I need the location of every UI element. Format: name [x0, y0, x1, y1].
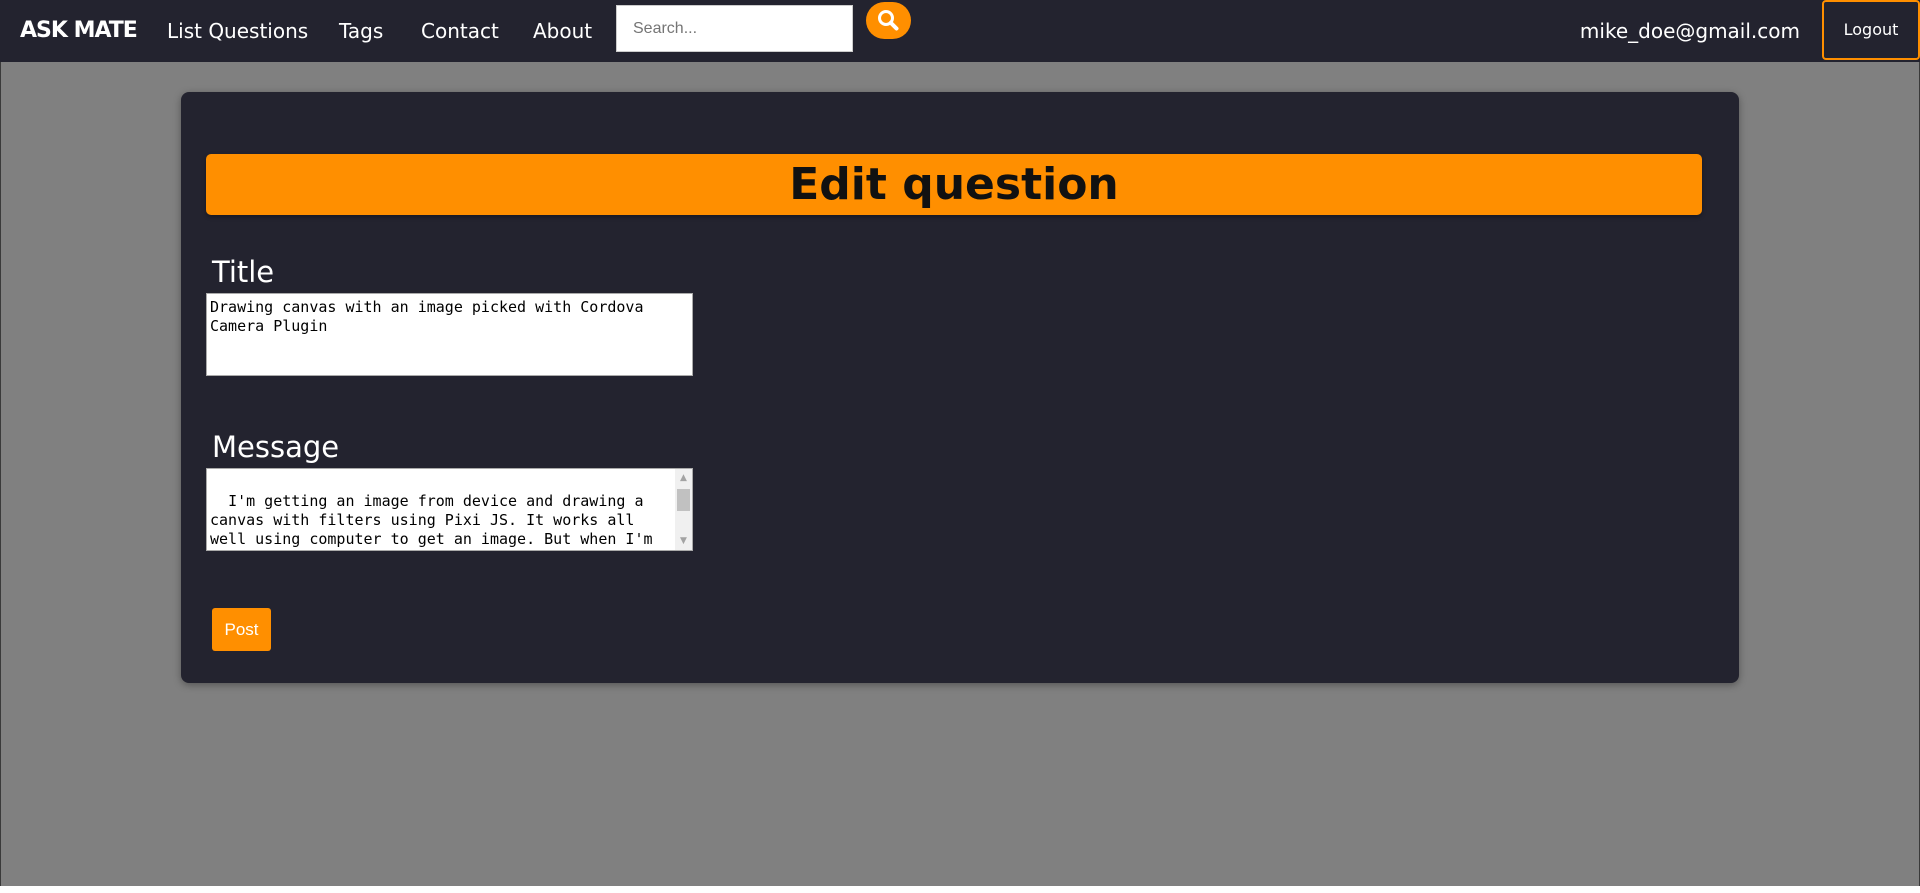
search-input[interactable] — [616, 5, 853, 52]
nav-link-list-questions[interactable]: List Questions — [167, 16, 308, 46]
logout-button[interactable]: Logout — [1822, 0, 1920, 60]
title-field[interactable]: Drawing canvas with an image picked with… — [206, 293, 693, 376]
magnifier-icon — [878, 10, 899, 31]
page-header-bar: Edit question — [206, 154, 1702, 215]
page-title: Edit question — [789, 159, 1119, 210]
scroll-up-arrow-icon[interactable]: ▲ — [675, 471, 692, 485]
nav-link-about[interactable]: About — [533, 16, 592, 46]
user-email: mike_doe@gmail.com — [1579, 19, 1800, 43]
message-text: I'm getting an image from device and dra… — [210, 492, 653, 550]
nav-link-tags[interactable]: Tags — [339, 16, 383, 46]
scroll-thumb[interactable] — [677, 489, 690, 511]
title-label: Title — [212, 255, 275, 289]
search-button[interactable] — [866, 2, 911, 39]
site-logo[interactable]: ASK MATE — [20, 15, 138, 47]
message-scrollbar[interactable]: ▲ ▼ — [675, 469, 692, 550]
scroll-down-arrow-icon[interactable]: ▼ — [675, 534, 692, 548]
nav-link-contact[interactable]: Contact — [421, 16, 499, 46]
post-button[interactable]: Post — [212, 608, 271, 651]
navbar: ASK MATE List Questions Tags Contact Abo… — [0, 0, 1920, 62]
message-label: Message — [212, 430, 340, 464]
message-field[interactable]: I'm getting an image from device and dra… — [206, 468, 693, 551]
